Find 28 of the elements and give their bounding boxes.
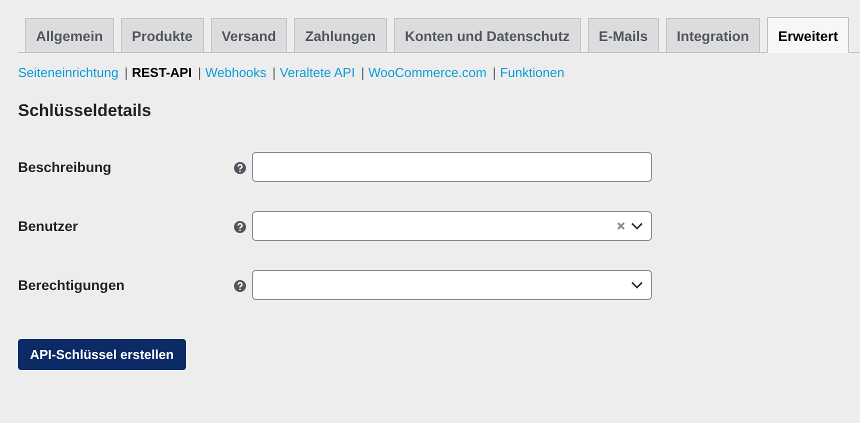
chevron-down-icon bbox=[631, 222, 643, 230]
select-field[interactable] bbox=[252, 211, 652, 241]
field-label: Benutzer bbox=[18, 218, 79, 234]
separator: | bbox=[198, 65, 202, 80]
tab[interactable]: Versand bbox=[210, 18, 288, 52]
help-icon[interactable] bbox=[234, 161, 246, 173]
separator: | bbox=[360, 65, 364, 80]
tab[interactable]: Produkte bbox=[120, 18, 204, 52]
separator: | bbox=[124, 65, 128, 80]
help-icon[interactable] bbox=[234, 279, 246, 291]
tab[interactable]: Integration bbox=[666, 18, 760, 52]
create-key-button[interactable]: API-Schlüssel erstellen bbox=[18, 339, 186, 370]
field-label: Beschreibung bbox=[18, 159, 112, 175]
tab[interactable]: E-Mails bbox=[588, 18, 659, 52]
select-field[interactable] bbox=[252, 270, 652, 300]
separator: | bbox=[492, 65, 496, 80]
separator: | bbox=[272, 65, 276, 80]
text-field[interactable] bbox=[252, 152, 652, 182]
section-heading: Schlüsseldetails bbox=[18, 101, 152, 121]
tab[interactable]: Erweitert bbox=[767, 17, 850, 53]
chevron-down-icon bbox=[631, 281, 643, 289]
tab[interactable]: Konten und Datenschutz bbox=[394, 18, 581, 52]
help-icon[interactable] bbox=[234, 220, 246, 232]
tab[interactable]: Allgemein bbox=[25, 18, 114, 52]
field-label: Berechtigungen bbox=[18, 277, 126, 293]
tab[interactable]: Zahlungen bbox=[294, 18, 387, 52]
clear-icon[interactable] bbox=[617, 222, 625, 230]
section-link[interactable]: REST-API bbox=[132, 65, 192, 80]
